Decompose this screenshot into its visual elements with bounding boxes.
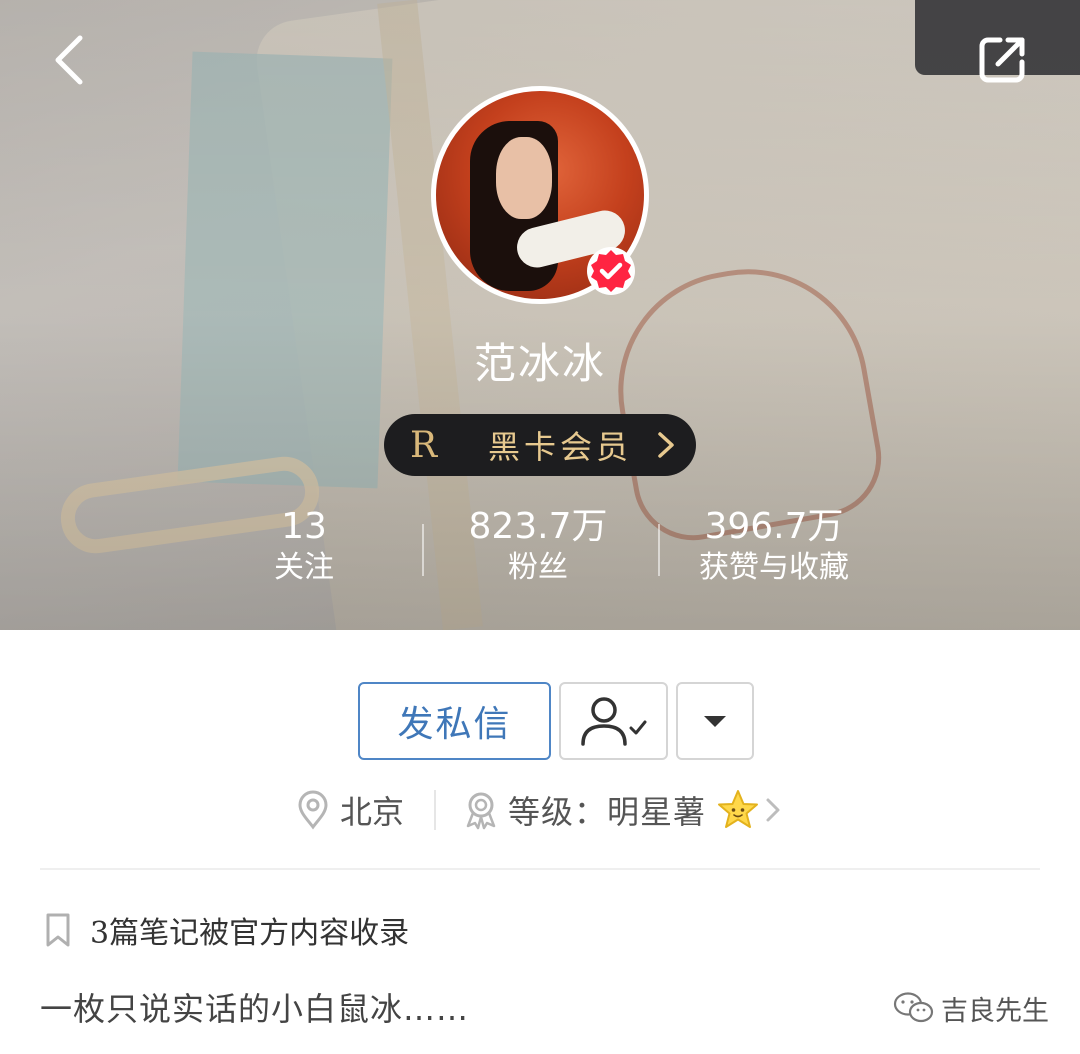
location-pin-icon <box>298 790 328 830</box>
stat-following[interactable]: 13 关注 <box>244 506 364 588</box>
stat-label: 关注 <box>274 550 334 585</box>
official-collection-notice[interactable]: 3篇笔记被官方内容收录 <box>44 908 409 952</box>
stat-likes-collections[interactable]: 396.7万 获赞与收藏 <box>676 506 872 588</box>
profile-stats: 13 关注 823.7万 粉丝 396.7万 获赞与收藏 <box>0 506 1080 596</box>
vip-label: 黑卡会员 <box>488 428 633 466</box>
stat-label: 粉丝 <box>508 550 568 585</box>
send-message-button[interactable]: 发私信 <box>358 682 551 760</box>
stat-value: 13 <box>281 506 327 547</box>
share-icon <box>979 37 1025 83</box>
chevron-left-icon <box>55 35 83 85</box>
section-divider <box>40 868 1040 870</box>
level-text: 等级：明星薯 <box>508 793 707 831</box>
meta-divider <box>434 790 436 830</box>
chevron-right-icon <box>658 432 674 458</box>
stat-followers[interactable]: 823.7万 粉丝 <box>448 506 628 588</box>
stat-divider <box>422 524 424 576</box>
verified-badge-icon <box>587 247 635 295</box>
chevron-right-icon <box>766 798 780 822</box>
profile-actions: 发私信 <box>0 682 1080 762</box>
vip-membership-badge[interactable]: R 黑卡会员 <box>384 414 696 476</box>
location-text: 北京 <box>340 793 405 831</box>
location: 北京 <box>296 785 404 835</box>
user-level[interactable]: 等级：明星薯 <box>462 785 782 835</box>
collected-text: 3篇笔记被官方内容收录 <box>90 916 410 951</box>
wechat-icon <box>893 992 934 1023</box>
stat-value: 396.7万 <box>704 506 844 547</box>
following-status-button[interactable] <box>559 682 668 760</box>
vip-logo: R <box>410 424 438 466</box>
watermark-text: 吉良先生 <box>941 995 1049 1027</box>
bookmark-icon <box>46 913 70 947</box>
more-options-button[interactable] <box>676 682 754 760</box>
wechat-watermark: 吉良先生 <box>893 988 1049 1028</box>
stat-divider <box>658 524 660 576</box>
back-button[interactable] <box>40 28 100 92</box>
star-icon <box>718 790 759 828</box>
medal-icon <box>466 792 496 830</box>
share-button[interactable] <box>972 28 1034 90</box>
profile-meta: 北京 等级：明星薯 <box>0 785 1080 835</box>
stat-value: 823.7万 <box>468 506 608 547</box>
profile-name: 范冰冰 <box>473 339 606 388</box>
caret-down-icon <box>704 716 726 727</box>
user-check-icon <box>580 697 646 746</box>
profile-bio: 一枚只说实话的小白鼠冰…… <box>40 990 470 1028</box>
stat-label: 获赞与收藏 <box>699 550 849 585</box>
